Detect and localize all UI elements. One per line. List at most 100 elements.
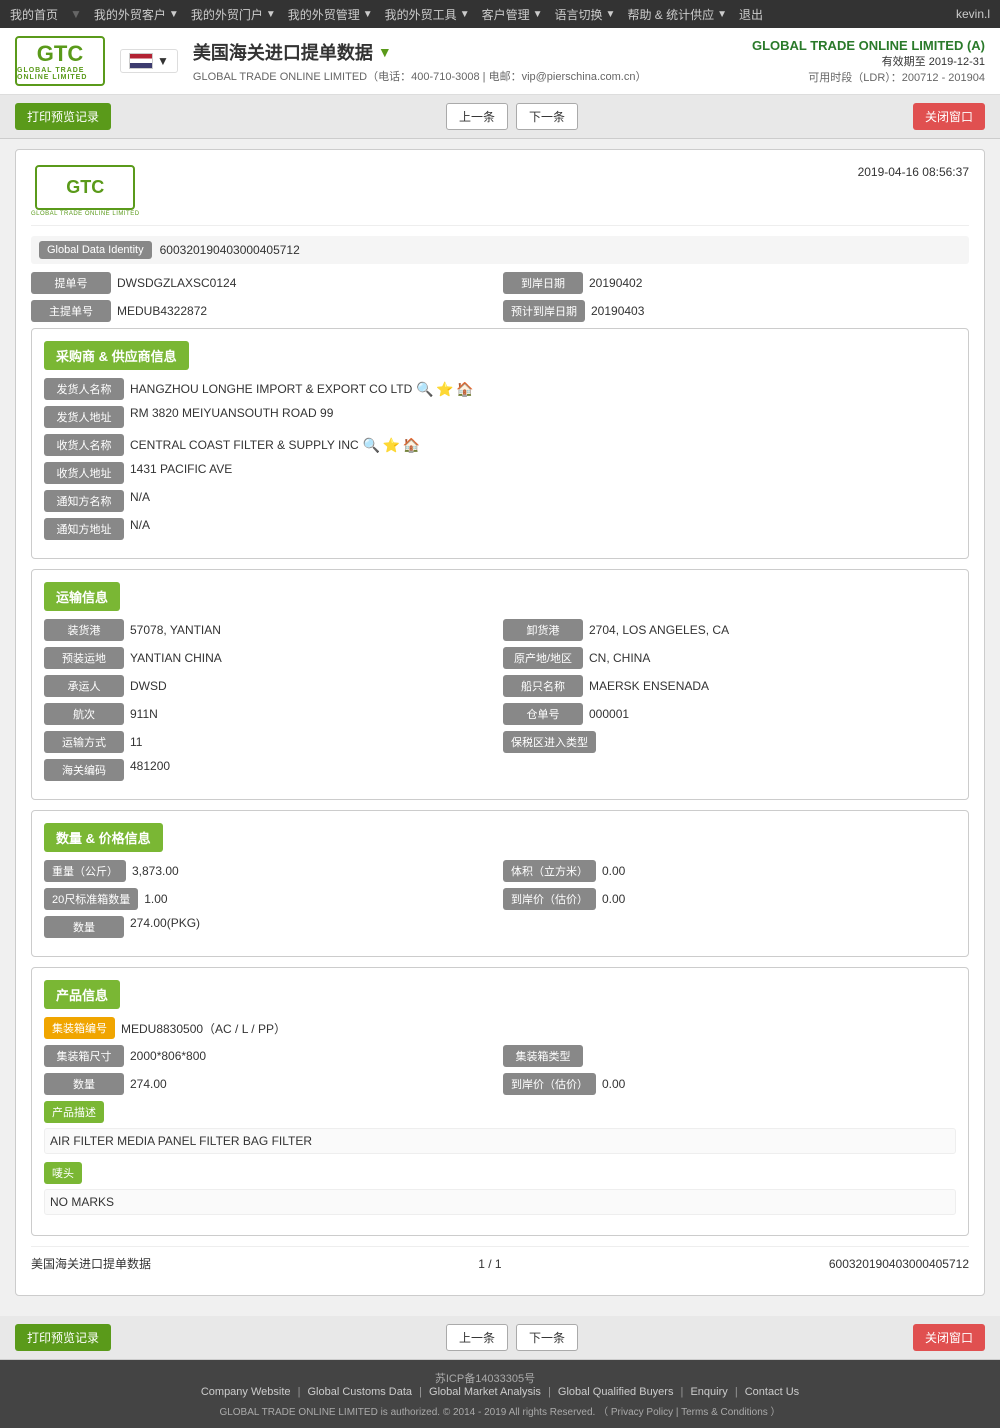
footer-link-contact[interactable]: Contact Us xyxy=(745,1386,799,1398)
transport-mode-label: 运输方式 xyxy=(44,731,124,753)
print-button-top[interactable]: 打印预览记录 xyxy=(15,103,111,130)
prod-desc-value: AIR FILTER MEDIA PANEL FILTER BAG FILTER xyxy=(44,1128,956,1154)
record-footer: 美国海关进口提单数据 1 / 1 600320190403000405712 xyxy=(31,1246,969,1280)
container-20ft-value: 1.00 xyxy=(144,892,497,906)
bill-row: 提单号 DWSDGZLAXSC0124 到岸日期 20190402 xyxy=(31,272,969,294)
planned-date-label: 预计到岸日期 xyxy=(503,300,585,322)
footer-link-customs[interactable]: Global Customs Data xyxy=(308,1386,413,1398)
departure-date-label: 到岸日期 xyxy=(503,272,583,294)
container-size-label: 集装箱尺寸 xyxy=(44,1045,124,1067)
volume-label: 体积（立方米） xyxy=(503,860,596,882)
record-logo: GTC GLOBAL TRADE ONLINE LIMITED xyxy=(31,165,140,217)
shipper-addr-label: 发货人地址 xyxy=(44,406,124,428)
logo-area: GTC GLOBAL TRADE ONLINE LIMITED xyxy=(15,36,105,86)
footer-links: Company Website | Global Customs Data | … xyxy=(15,1386,985,1398)
page-header: GTC GLOBAL TRADE ONLINE LIMITED ▼ 美国海关进口… xyxy=(0,28,1000,95)
nav-logout[interactable]: 退出 xyxy=(739,6,763,23)
quantity-price-section: 数量 & 价格信息 重量（公斤） 3,873.00 体积（立方米） 0.00 2… xyxy=(31,810,969,957)
shipper-addr-value: RM 3820 MEIYUANSOUTH ROAD 99 xyxy=(130,406,956,428)
footer-link-buyers[interactable]: Global Qualified Buyers xyxy=(558,1386,674,1398)
record-source: 美国海关进口提单数据 xyxy=(31,1255,151,1272)
flag-selector[interactable]: ▼ xyxy=(120,49,178,73)
notify-addr-label: 通知方地址 xyxy=(44,518,124,540)
vessel-name-label: 船只名称 xyxy=(503,675,583,697)
consignee-star-icon[interactable]: ⭐ xyxy=(383,437,399,453)
shipping-marks-value: 481200 xyxy=(130,759,956,781)
next-button-top[interactable]: 下一条 xyxy=(516,103,578,130)
shipper-name-label: 发货人名称 xyxy=(44,378,124,400)
record-page: 1 / 1 xyxy=(478,1257,501,1271)
buyer-supplier-section: 采购商 & 供应商信息 发货人名称 HANGZHOU LONGHE IMPORT… xyxy=(31,328,969,559)
shipper-search-icon[interactable]: 🔍 xyxy=(416,381,432,397)
loading-port-value: 57078, YANTIAN xyxy=(130,623,497,637)
bill-no-label: 提单号 xyxy=(31,272,111,294)
notify-name-value: N/A xyxy=(130,490,956,512)
buyer-supplier-title: 采购商 & 供应商信息 xyxy=(44,341,189,370)
prev-button-top[interactable]: 上一条 xyxy=(446,103,508,130)
prev-button-bottom[interactable]: 上一条 xyxy=(446,1324,508,1351)
consignee-name-value: CENTRAL COAST FILTER & SUPPLY INC 🔍 ⭐ 🏠 xyxy=(130,437,956,453)
company-name: GLOBAL TRADE ONLINE LIMITED (A) xyxy=(752,38,985,53)
discharge-port-value: 2704, LOS ANGELES, CA xyxy=(589,623,956,637)
main-content: GTC GLOBAL TRADE ONLINE LIMITED 2019-04-… xyxy=(0,139,1000,1316)
icp-number: 苏ICP备14033305号 xyxy=(435,1373,535,1385)
nav-management[interactable]: 我的外贸管理 ▼ xyxy=(288,6,373,23)
company-logo: GTC GLOBAL TRADE ONLINE LIMITED xyxy=(15,36,105,86)
consignee-addr-label: 收货人地址 xyxy=(44,462,124,484)
unit-price-value: 0.00 xyxy=(602,892,956,906)
consignee-addr-value: 1431 PACIFIC AVE xyxy=(130,462,956,484)
close-button-top[interactable]: 关闭窗口 xyxy=(913,103,985,130)
voyage-label: 航次 xyxy=(44,703,124,725)
prod-unit-price-value: 0.00 xyxy=(602,1077,956,1091)
qp-quantity-label: 数量 xyxy=(44,916,124,938)
voyage-value: 911N xyxy=(130,707,497,721)
nav-client-mgmt[interactable]: 客户管理 ▼ xyxy=(482,6,543,23)
next-button-bottom[interactable]: 下一条 xyxy=(516,1324,578,1351)
consignee-home-icon[interactable]: 🏠 xyxy=(403,437,419,453)
shipper-star-icon[interactable]: ⭐ xyxy=(436,381,452,397)
notify-name-label: 通知方名称 xyxy=(44,490,124,512)
pre-carriage-label: 预装运地 xyxy=(44,647,124,669)
toolbar-bottom: 打印预览记录 上一条 下一条 关闭窗口 xyxy=(0,1316,1000,1360)
nav-tools[interactable]: 我的外贸工具 ▼ xyxy=(385,6,470,23)
record-card: GTC GLOBAL TRADE ONLINE LIMITED 2019-04-… xyxy=(15,149,985,1296)
prod-quantity-value: 274.00 xyxy=(130,1077,497,1091)
transport-title: 运输信息 xyxy=(44,582,120,611)
nav-help[interactable]: 帮助 & 统计供应 ▼ xyxy=(627,6,727,23)
page-footer: 苏ICP备14033305号 Company Website | Global … xyxy=(0,1360,1000,1428)
gdi-value: 600320190403000405712 xyxy=(160,243,300,257)
shipper-home-icon[interactable]: 🏠 xyxy=(456,381,472,397)
bonded-zone-label: 保税区进入类型 xyxy=(503,731,596,753)
origin-country-value: CN, CHINA xyxy=(589,651,956,665)
marks-label: 唛头 xyxy=(44,1162,82,1184)
nav-home[interactable]: 我的首页 xyxy=(10,6,58,23)
shipper-name-value: HANGZHOU LONGHE IMPORT & EXPORT CO LTD 🔍… xyxy=(130,381,956,397)
bill-no-value: DWSDGZLAXSC0124 xyxy=(117,276,497,290)
quantity-price-title: 数量 & 价格信息 xyxy=(44,823,163,852)
container-id-value: MEDU8830500（AC / L / PP） xyxy=(121,1020,956,1037)
validity-date: 有效期至 2019-12-31 xyxy=(752,53,985,69)
consignee-search-icon[interactable]: 🔍 xyxy=(363,437,379,453)
transport-section: 运输信息 装货港 57078, YANTIAN 卸货港 2704, LOS AN… xyxy=(31,569,969,800)
transport-mode-value: 11 xyxy=(130,735,497,749)
footer-link-market[interactable]: Global Market Analysis xyxy=(429,1386,541,1398)
current-user: kevin.l xyxy=(956,7,990,21)
departure-date-value: 20190402 xyxy=(589,276,969,290)
footer-link-website[interactable]: Company Website xyxy=(201,1386,291,1398)
nav-language[interactable]: 语言切换 ▼ xyxy=(555,6,616,23)
carrier-value: DWSD xyxy=(130,679,497,693)
product-section: 产品信息 集装箱编号 MEDU8830500（AC / L / PP） 集装箱尺… xyxy=(31,967,969,1236)
nav-customers[interactable]: 我的外贸客户 ▼ xyxy=(94,6,179,23)
us-flag-icon xyxy=(129,53,153,69)
page-title: 美国海关进口提单数据 ▼ xyxy=(193,39,647,65)
container-20ft-label: 20尺标准箱数量 xyxy=(44,888,138,910)
notify-addr-value: N/A xyxy=(130,518,956,540)
nav-portal[interactable]: 我的外贸门户 ▼ xyxy=(191,6,276,23)
record-header: GTC GLOBAL TRADE ONLINE LIMITED 2019-04-… xyxy=(31,165,969,226)
close-button-bottom[interactable]: 关闭窗口 xyxy=(913,1324,985,1351)
footer-link-enquiry[interactable]: Enquiry xyxy=(690,1386,727,1398)
print-button-bottom[interactable]: 打印预览记录 xyxy=(15,1324,111,1351)
copyright: GLOBAL TRADE ONLINE LIMITED is authorize… xyxy=(15,1403,985,1418)
origin-country-label: 原产地/地区 xyxy=(503,647,583,669)
loading-port-label: 装货港 xyxy=(44,619,124,641)
